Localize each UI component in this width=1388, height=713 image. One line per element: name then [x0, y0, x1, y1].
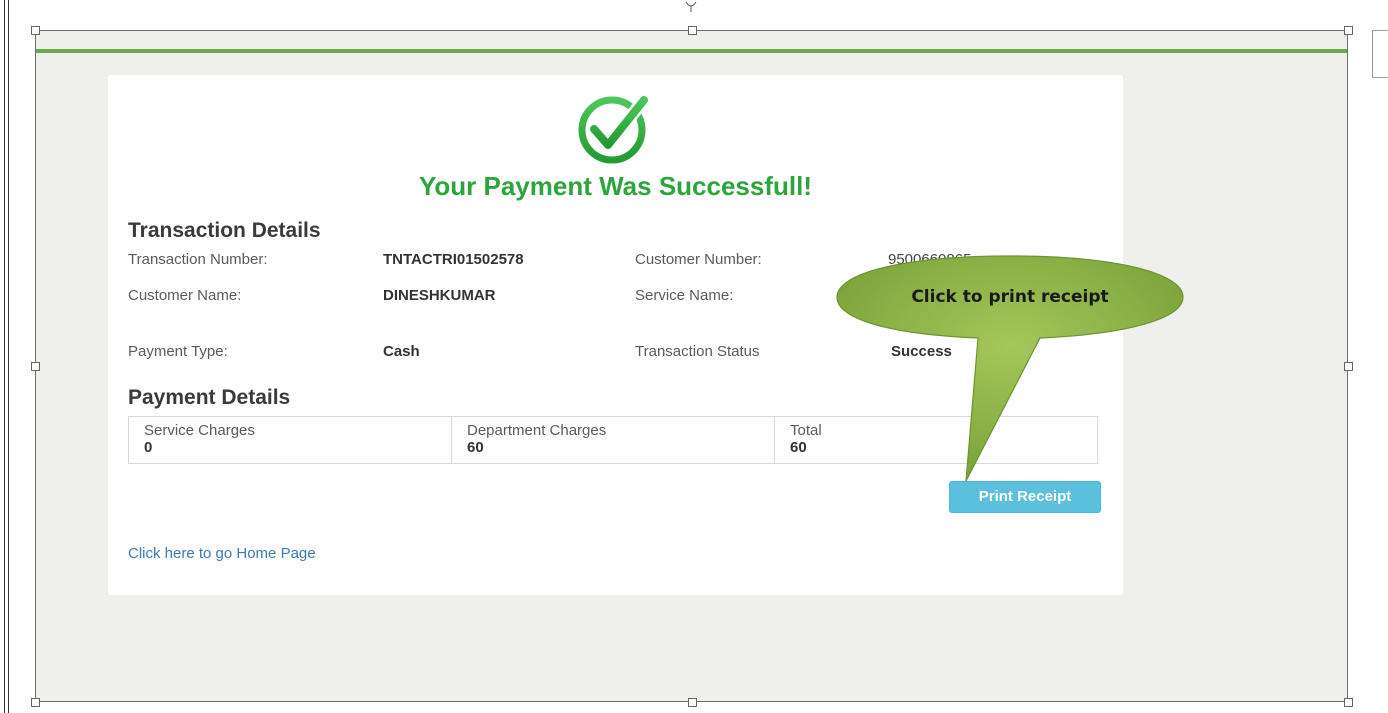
payment-type-value: Cash — [383, 343, 420, 360]
transaction-status-value: Success — [891, 343, 952, 360]
total-cell: Total 60 — [774, 417, 1097, 463]
payment-details-heading: Payment Details — [128, 386, 291, 409]
service-name-label: Service Name: — [635, 287, 734, 304]
department-charges-cell: Department Charges 60 — [451, 417, 774, 463]
customer-number-label: Customer Number: — [635, 251, 762, 268]
resize-handle[interactable] — [688, 26, 697, 35]
payment-details-table: Service Charges 0 Department Charges 60 … — [128, 416, 1098, 464]
success-title: Your Payment Was Successfull! — [418, 171, 812, 201]
transaction-details-heading: Transaction Details — [128, 219, 321, 242]
customer-number-value: 9500660865 — [888, 251, 972, 268]
resize-handle[interactable] — [31, 362, 40, 371]
resize-handle[interactable] — [1344, 362, 1353, 371]
transaction-number-value: TNTACTRI01502578 — [383, 251, 524, 268]
transaction-number-label: Transaction Number: — [128, 251, 268, 268]
customer-name-label: Customer Name: — [128, 287, 242, 304]
total-value: 60 — [790, 439, 807, 456]
total-label: Total — [790, 422, 822, 439]
home-page-link[interactable]: Click here to go Home Page — [128, 545, 316, 562]
callout-text: Click to print receipt — [911, 287, 1109, 307]
department-charges-label: Department Charges — [467, 422, 607, 439]
window-edge-line — [8, 0, 9, 713]
service-charges-value: 0 — [144, 439, 153, 456]
service-charges-label: Service Charges — [144, 422, 255, 439]
payment-type-label: Payment Type: — [128, 343, 228, 360]
window-edge-line — [4, 0, 5, 713]
customer-name-value: DINESHKUMAR — [383, 287, 496, 304]
accent-bar — [36, 49, 1347, 53]
resize-handle[interactable] — [31, 698, 40, 707]
resize-handle[interactable] — [1344, 26, 1353, 35]
department-charges-value: 60 — [467, 439, 484, 456]
resize-handle[interactable] — [1344, 698, 1353, 707]
print-receipt-button[interactable]: Print Receipt — [949, 481, 1101, 513]
layout-options-button[interactable] — [1372, 30, 1388, 78]
resize-handle[interactable] — [688, 698, 697, 707]
check-circle-icon — [578, 93, 651, 164]
resize-handle[interactable] — [31, 26, 40, 35]
transaction-status-label: Transaction Status — [635, 343, 760, 360]
service-charges-cell: Service Charges 0 — [129, 417, 451, 463]
payment-card: Your Payment Was Successfull! Transactio… — [108, 75, 1123, 595]
screenshot-frame: Your Payment Was Successfull! Transactio… — [35, 30, 1348, 702]
rotate-handle-icon[interactable] — [684, 0, 698, 12]
